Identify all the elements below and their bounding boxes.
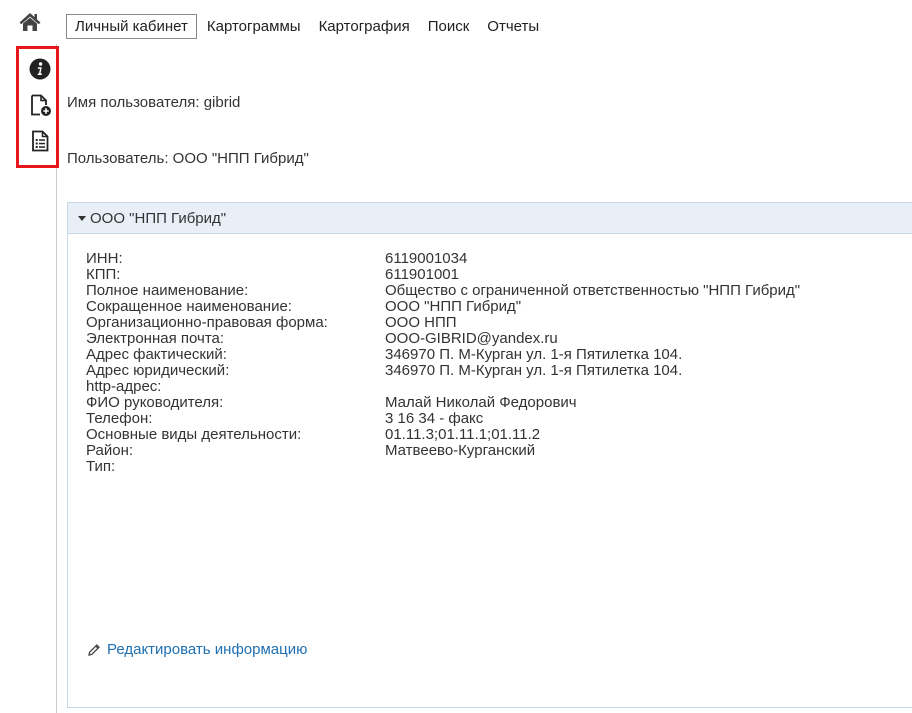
edit-info-label: Редактировать информацию (107, 641, 308, 658)
detail-value: ООО "НПП Гибрид" (385, 298, 522, 315)
detail-label: ИНН: (86, 250, 123, 267)
detail-value: 346970 П. М-Курган ул. 1-я Пятилетка 104… (385, 362, 683, 379)
detail-value: Общество с ограниченной ответственностью… (385, 282, 801, 299)
detail-row-district: Район: Матвеево-Курганский (86, 443, 886, 459)
organization-panel: ООО "НПП Гибрид" ИНН: 6119001034 КПП: 61… (67, 202, 912, 708)
detail-row-type: Тип: (86, 459, 886, 475)
detail-label: КПП: (86, 266, 121, 283)
detail-row-activities: Основные виды деятельности: 01.11.3;01.1… (86, 427, 886, 443)
detail-row-website: http-адрес: (86, 379, 886, 395)
detail-value: OOO-GIBRID@yandex.ru (385, 330, 558, 347)
detail-label: ФИО руководителя: (86, 394, 224, 411)
caret-down-icon (78, 215, 86, 221)
detail-row-inn: ИНН: 6119001034 (86, 251, 886, 267)
top-navigation-bar: Личный кабинет Картограммы Картография П… (0, 0, 912, 44)
detail-row-legal-address: Адрес юридический: 346970 П. М-Курган ул… (86, 363, 886, 379)
detail-row-kpp: КПП: 611901001 (86, 267, 886, 283)
pencil-icon (88, 643, 100, 656)
detail-value: ООО НПП (385, 314, 457, 331)
username-text: Имя пользователя: gibrid (67, 94, 241, 111)
panel-header[interactable]: ООО "НПП Гибрид" (68, 203, 912, 234)
info-icon[interactable] (28, 57, 52, 81)
detail-label: Полное наименование: (86, 282, 249, 299)
detail-value: 346970 П. М-Курган ул. 1-я Пятилетка 104… (385, 346, 683, 363)
detail-value: 3 16 34 - факс (385, 410, 484, 427)
document-list-icon[interactable] (28, 129, 52, 153)
detail-value: 01.11.3;01.11.1;01.11.2 (385, 426, 541, 443)
panel-title: ООО "НПП Гибрид" (90, 209, 227, 227)
main-tabs: Личный кабинет Картограммы Картография П… (66, 14, 549, 39)
detail-value: 6119001034 (385, 250, 468, 267)
detail-row-director: ФИО руководителя: Малай Николай Федорови… (86, 395, 886, 411)
detail-row-phone: Телефон: 3 16 34 - факс (86, 411, 886, 427)
detail-label: Основные виды деятельности: (86, 426, 302, 443)
tab-reports[interactable]: Отчеты (479, 15, 547, 38)
detail-row-short-name: Сокращенное наименование: ООО "НПП Гибри… (86, 299, 886, 315)
detail-label: Адрес юридический: (86, 362, 230, 379)
detail-row-actual-address: Адрес фактический: 346970 П. М-Курган ул… (86, 347, 886, 363)
detail-label: http-адрес: (86, 378, 162, 395)
detail-value: 611901001 (385, 266, 459, 283)
tab-cartography[interactable]: Картография (311, 15, 418, 38)
detail-label: Сокращенное наименование: (86, 298, 292, 315)
detail-value (385, 379, 875, 395)
detail-value: Малай Николай Федорович (385, 394, 577, 411)
detail-value: Матвеево-Курганский (385, 442, 536, 459)
detail-row-full-name: Полное наименование: Общество с ограниче… (86, 283, 886, 299)
tab-personal-account[interactable]: Личный кабинет (66, 14, 197, 39)
add-file-icon[interactable] (28, 93, 52, 117)
tab-search[interactable]: Поиск (420, 15, 478, 38)
detail-label: Организационно-правовая форма: (86, 314, 328, 331)
edit-info-link[interactable]: Редактировать информацию (87, 641, 307, 658)
tab-cartograms[interactable]: Картограммы (199, 15, 309, 38)
detail-label: Электронная почта: (86, 330, 225, 347)
detail-value (385, 459, 875, 475)
user-org-text: Пользователь: ООО "НПП Гибрид" (67, 150, 309, 167)
detail-label: Район: (86, 442, 134, 459)
detail-label: Адрес фактический: (86, 346, 227, 363)
detail-label: Телефон: (86, 410, 153, 427)
sidebar-toolbox-highlight (16, 46, 59, 168)
organization-details: ИНН: 6119001034 КПП: 611901001 Полное на… (86, 251, 886, 475)
detail-row-email: Электронная почта: OOO-GIBRID@yandex.ru (86, 331, 886, 347)
home-icon[interactable] (18, 10, 42, 34)
detail-row-legal-form: Организационно-правовая форма: ООО НПП (86, 315, 886, 331)
detail-label: Тип: (86, 458, 116, 475)
